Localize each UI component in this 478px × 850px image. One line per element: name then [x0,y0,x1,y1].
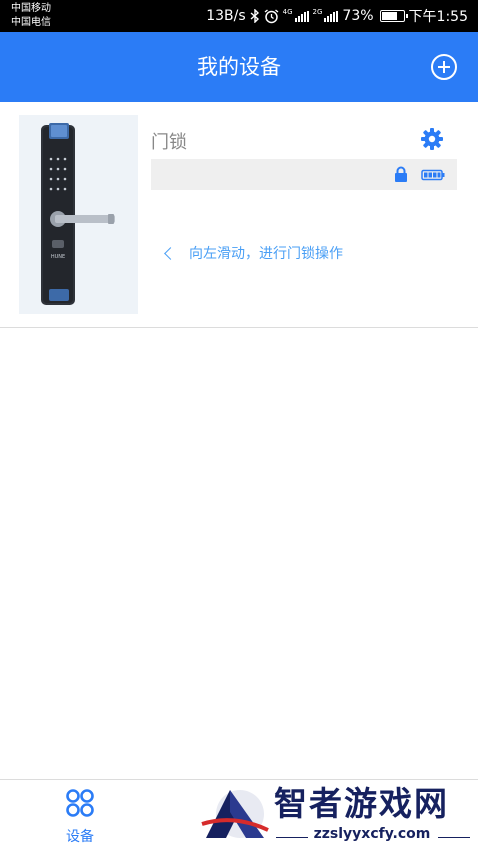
watermark-url: zzslyyxcfy.com [313,826,431,842]
lock-brand-text: HUNE [51,254,65,260]
status-indicators: 13B/s 4G 2G 73% 下午1:55 [206,0,468,32]
bluetooth-icon [250,9,259,23]
lock-icon [395,166,407,182]
tab-devices[interactable]: 设备 [20,780,140,850]
door-lock-image: HUNE [19,115,138,314]
watermark-title: 智者游戏网 [274,784,449,823]
device-card[interactable]: HUNE 门锁 向左滑动，进行门锁操作 [0,102,478,328]
tab-devices-label: 设备 [66,829,94,845]
device-name: 门锁 [151,132,187,153]
swipe-hint-text: 向左滑动，进行门锁操作 [189,246,343,262]
grid-icon [66,789,94,817]
battery-icon [421,169,445,181]
battery-percent: 73% [342,8,374,24]
status-bar: 中国移动 中国电信 13B/s 4G 2G 73% 下午1:55 [0,0,478,32]
net-speed: 13B/s [206,8,246,24]
chevron-left-icon [164,246,177,260]
signal-icon-2 [324,10,339,22]
watermark: 智者游戏网 zzslyyxcfy.com [196,780,478,850]
carrier-info: 中国移动 中国电信 [11,2,51,30]
battery-fill [381,12,397,20]
battery-status-icon [379,10,408,22]
watermark-logo [201,790,269,838]
network-type-2: 2G [312,8,323,16]
door-lock-illustration: HUNE [41,123,115,305]
lock-status-bar [151,159,457,190]
swipe-hint: 向左滑动，进行门锁操作 [163,243,343,263]
page-title: 我的设备 [197,55,281,79]
carrier-2-label: 中国电信 [11,17,51,28]
alarm-icon [264,8,279,23]
signal-icon [294,10,309,22]
watermark-line-right [438,837,470,838]
screen: 中国移动 中国电信 13B/s 4G 2G 73% 下午1:55 我的设备 HU… [0,0,478,850]
app-header: 我的设备 [0,32,478,102]
network-type-1: 4G [282,8,293,16]
settings-gear-icon[interactable] [420,127,444,151]
clock: 下午1:55 [408,9,468,25]
add-device-button[interactable] [431,54,457,80]
carrier-1-label: 中国移动 [11,3,51,14]
